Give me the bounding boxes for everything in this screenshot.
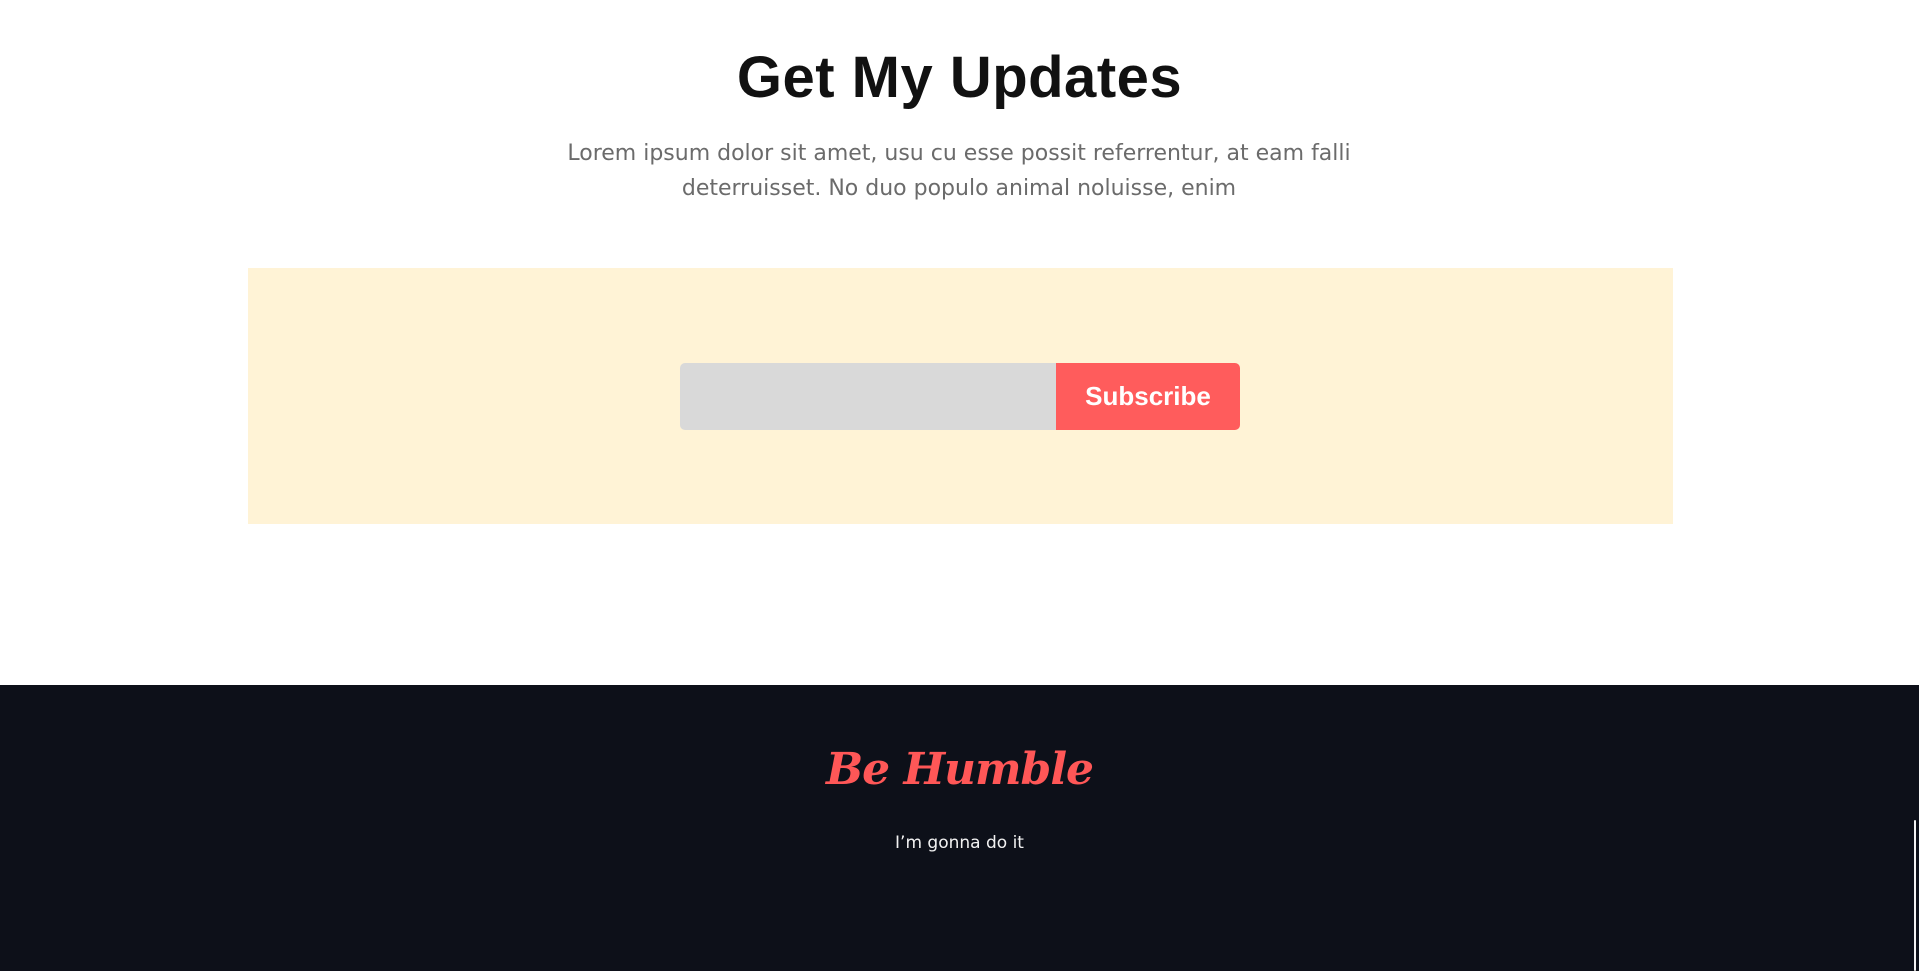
updates-section: Get My Updates Lorem ipsum dolor sit ame… (0, 0, 1919, 685)
subscribe-button[interactable]: Subscribe (1056, 363, 1240, 430)
footer (0, 685, 1919, 971)
scrollbar-thumb[interactable] (1914, 820, 1916, 971)
footer-tagline: I’m gonna do it (895, 833, 1024, 853)
page: Get My Updates Lorem ipsum dolor sit ame… (0, 0, 1919, 971)
page-title: Get My Updates (736, 45, 1183, 110)
updates-description: Lorem ipsum dolor sit amet, usu cu esse … (567, 141, 1351, 201)
subscribe-form: Subscribe (680, 363, 1240, 430)
email-field[interactable] (680, 363, 1056, 430)
footer-brand: Be Humble (825, 744, 1094, 795)
